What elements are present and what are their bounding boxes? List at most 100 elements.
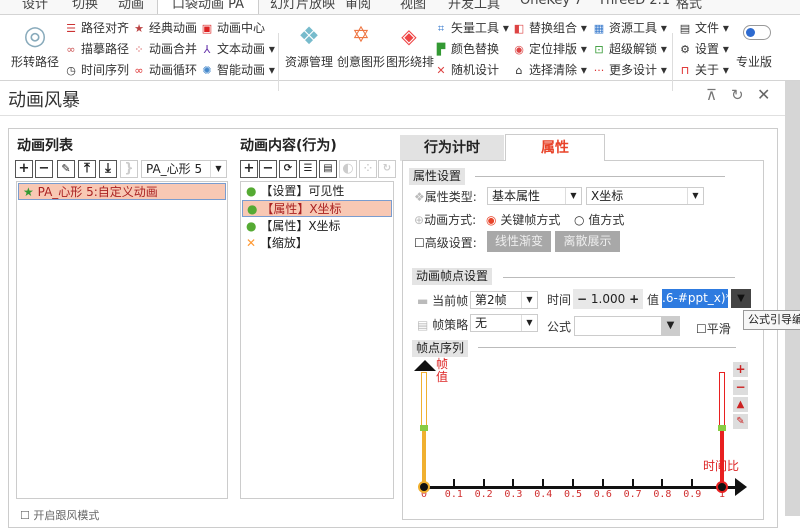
move-bottom-icon[interactable]: ⤓	[99, 160, 117, 178]
super-unlock-button[interactable]: ⊡ 超级解锁 ▾	[592, 40, 666, 57]
remove-button[interactable]: −	[35, 160, 53, 178]
list-item[interactable]: ★ PA_心形 5:自定义动画	[18, 183, 226, 200]
random-design-button[interactable]: ✕ 随机设计	[434, 61, 499, 78]
hexagram-icon: ✡	[351, 23, 371, 48]
tab-threed[interactable]: ThreeD 2.1	[598, 0, 670, 8]
tab-design[interactable]: 设计	[22, 0, 48, 12]
sequence-section-header: 帧点序列	[412, 340, 469, 357]
refresh-icon[interactable]: ↻	[731, 86, 744, 104]
remove-behavior-button[interactable]: −	[259, 160, 277, 178]
keyframe-bar[interactable]	[422, 428, 426, 487]
copy-icon[interactable]: ▤	[319, 160, 337, 178]
add-keyframe-icon[interactable]: +	[733, 362, 748, 377]
creative-shape-button[interactable]: ✡ 创意图形	[336, 19, 386, 70]
add-button[interactable]: +	[15, 160, 33, 178]
vector-tools-button[interactable]: ⌗ 矢量工具 ▾	[434, 19, 509, 36]
convert-icon[interactable]: ⟳	[279, 160, 297, 178]
bulb-icon: ✺	[202, 64, 212, 77]
keyframe-point[interactable]	[418, 481, 430, 493]
value-input[interactable]: .6-#ppt_x)*4	[662, 289, 728, 308]
tab-properties[interactable]: 属性	[505, 134, 605, 161]
position-layout-button[interactable]: ◉ 定位排版 ▾	[512, 40, 587, 57]
remove-keyframe-icon[interactable]: −	[733, 380, 748, 395]
list-item[interactable]: ● 【属性】X坐标	[242, 218, 392, 235]
tab-onekey[interactable]: OneKey 7	[520, 0, 582, 8]
keyframe-bar[interactable]	[720, 428, 724, 487]
tab-slideshow[interactable]: 幻灯片放映	[270, 0, 335, 12]
formula-dropdown-button[interactable]: ▼	[661, 316, 680, 336]
list-icon[interactable]: ☰	[299, 160, 317, 178]
contrast-icon[interactable]: ◐	[339, 160, 357, 178]
minus-icon[interactable]: −	[573, 292, 587, 306]
file-button[interactable]: ▤ 文件 ▾	[678, 19, 729, 36]
ribbon: 设计 切换 动画 口袋动画 PA 幻灯片放映 审阅 视图 开发工具 OneKey…	[0, 0, 800, 91]
x-tick	[572, 479, 574, 487]
add-behavior-button[interactable]: +	[240, 160, 258, 178]
tab-animations[interactable]: 动画	[118, 0, 144, 12]
strategy-select[interactable]: 无 ▼	[470, 314, 538, 332]
about-button[interactable]: ⊓ 关于 ▾	[678, 61, 729, 78]
keyframe-radio[interactable]: ◉ 关键帧方式	[486, 211, 560, 228]
classic-animation-button[interactable]: ★ 经典动画	[132, 19, 197, 36]
tab-developer[interactable]: 开发工具	[448, 0, 500, 12]
resource-manager-button[interactable]: ❖ 资源管理	[284, 19, 334, 70]
keyframe-point[interactable]	[716, 481, 728, 493]
formula-input[interactable]	[574, 316, 662, 336]
bracket-icon[interactable]: }	[120, 160, 138, 178]
info-icon: ●	[246, 219, 257, 233]
value-mode-radio[interactable]: ○ 值方式	[574, 211, 624, 228]
tab-view[interactable]: 视图	[400, 0, 426, 12]
shape-selector[interactable]: PA_心形 5 ▼	[141, 160, 227, 178]
trace-path-button[interactable]: ∞ 描摹路径	[64, 40, 129, 57]
ribbon-body: ◎ 形转路径 ☰ 路径对齐 ∞ 描摹路径 ◷ 时间序列 ★ 经典动画 ⁘ 动画合并 ∞ 动画…	[0, 14, 800, 91]
pin-icon[interactable]: ⊼	[706, 86, 717, 104]
path-align-button[interactable]: ☰ 路径对齐	[64, 19, 129, 36]
pencil-icon[interactable]: ✎	[733, 414, 748, 429]
linear-button[interactable]: 线性渐变	[487, 231, 551, 252]
keyframe-value-handle[interactable]	[420, 425, 428, 431]
tab-timing[interactable]: 行为计时	[400, 135, 504, 161]
property-select[interactable]: X坐标 ▼	[586, 187, 704, 205]
shape-wrap-button[interactable]: ◈ 图形绕排	[386, 19, 434, 70]
select-clear-button[interactable]: ⌂ 选择清除 ▾	[512, 61, 587, 78]
bell-icon[interactable]: ▲	[733, 397, 748, 412]
move-top-icon[interactable]: ⤒	[78, 160, 96, 178]
list-item[interactable]: ● 【属性】X坐标	[242, 200, 392, 217]
cycle-icon[interactable]: ↻	[378, 160, 396, 178]
checkbox-icon: ☐	[414, 236, 425, 250]
discrete-button[interactable]: 离散展示	[555, 231, 620, 252]
tab-transitions[interactable]: 切换	[72, 0, 98, 12]
follow-mode-checkbox[interactable]: ☐ 开启跟风模式	[20, 507, 99, 523]
x-tick-label: 0.5	[564, 489, 583, 500]
tab-pocket-animation[interactable]: 口袋动画 PA	[157, 0, 260, 14]
animation-center-button[interactable]: ▣ 动画中心	[200, 19, 265, 36]
animation-loop-button[interactable]: ∞ 动画循环	[132, 61, 197, 78]
attr-type-select[interactable]: 基本属性 ▼	[487, 187, 582, 205]
brush-icon[interactable]: ✎	[57, 160, 75, 178]
value-dropdown-button[interactable]: ▼	[731, 289, 751, 308]
list-item[interactable]: ● 【设置】可见性	[242, 183, 392, 200]
text-animation-button[interactable]: ⅄ 文本动画 ▾	[200, 40, 275, 57]
list-item[interactable]: ✕ 【缩放】	[242, 235, 392, 252]
keyframe-value-handle[interactable]	[718, 425, 726, 431]
tab-format[interactable]: 格式	[676, 0, 702, 12]
y-axis-label: 帧 值	[436, 357, 449, 384]
current-frame-select[interactable]: 第2帧 ▼	[470, 291, 538, 309]
tab-review[interactable]: 审阅	[345, 0, 371, 12]
smart-animation-button[interactable]: ✺ 智能动画 ▾	[200, 61, 274, 78]
advanced-checkbox[interactable]: ☐高级设置:	[414, 234, 477, 251]
close-icon[interactable]: ✕	[757, 85, 770, 104]
animation-merge-button[interactable]: ⁘ 动画合并	[132, 40, 197, 57]
pro-toggle[interactable]	[743, 25, 771, 40]
nodes-icon[interactable]: ⁘	[359, 160, 377, 178]
time-sequence-button[interactable]: ◷ 时间序列	[64, 61, 129, 78]
more-design-button[interactable]: ··· 更多设计 ▾	[592, 61, 667, 78]
color-replace-button[interactable]: ▛ 颜色替换	[434, 40, 499, 57]
shape-to-path-button[interactable]: ◎ 形转路径	[10, 19, 60, 70]
plus-icon[interactable]: +	[629, 292, 639, 306]
time-stepper[interactable]: − 1.000 +	[573, 289, 643, 309]
smooth-checkbox[interactable]: ☐平滑	[696, 320, 731, 337]
replace-group-button[interactable]: ◧ 替换组合 ▾	[512, 19, 587, 36]
resource-tools-button[interactable]: ▦ 资源工具 ▾	[592, 19, 667, 36]
settings-button[interactable]: ⚙ 设置 ▾	[678, 40, 729, 57]
